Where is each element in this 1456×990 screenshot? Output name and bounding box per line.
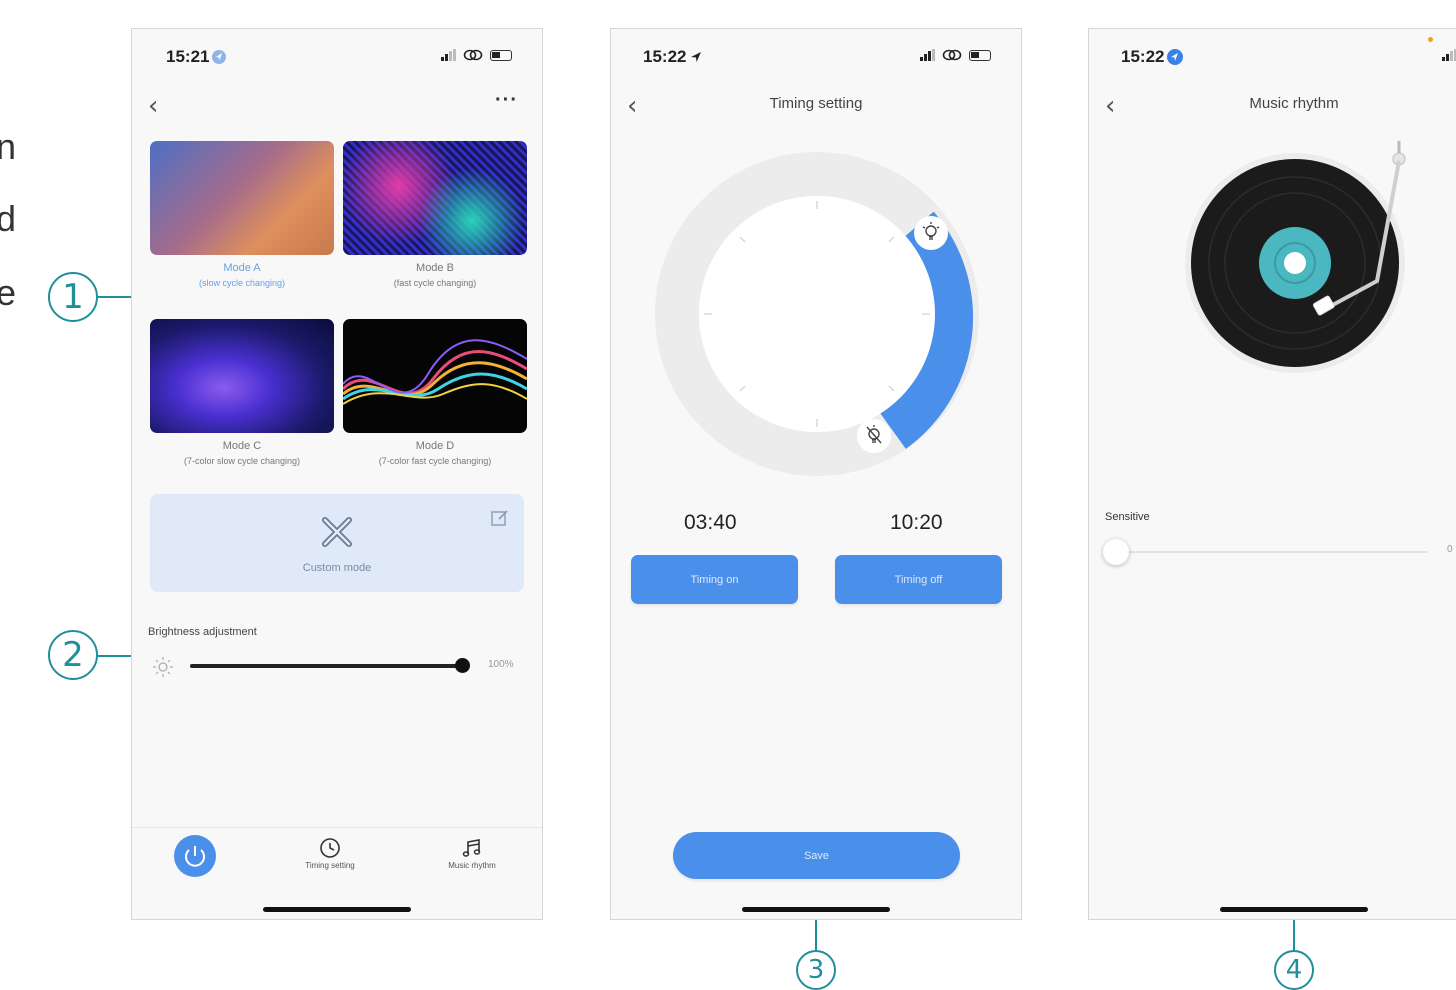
battery-icon xyxy=(490,49,512,61)
timing-on-button[interactable]: Timing on xyxy=(631,555,798,604)
edge-text-line-1: n xyxy=(0,126,17,167)
mode-b-name: Mode B xyxy=(416,262,454,274)
phone-screen-timing: 15:22 ‹ Timing setting 03:40 10:20 Timin… xyxy=(610,28,1022,920)
edge-text-line-3: e xyxy=(0,272,17,313)
sun-icon xyxy=(153,657,173,677)
link-icon xyxy=(942,49,962,61)
mode-b-label: Mode B (fast cycle changing) xyxy=(343,261,527,291)
brightness-label: Brightness adjustment xyxy=(148,626,257,638)
status-time-text: 15:21 xyxy=(166,47,210,66)
sensitive-slider-knob[interactable] xyxy=(1103,539,1129,565)
edit-icon[interactable] xyxy=(490,508,510,528)
callout-2: 2 xyxy=(48,630,98,680)
mode-c-card[interactable] xyxy=(150,319,334,433)
signal-icon xyxy=(920,49,935,61)
mode-d-waves xyxy=(343,339,527,405)
edge-text-line-2: d xyxy=(0,198,17,239)
on-handle[interactable] xyxy=(914,216,948,250)
more-options-icon[interactable]: ··· xyxy=(495,89,518,112)
tab-timing-setting[interactable]: Timing setting xyxy=(292,837,368,870)
clock-icon xyxy=(320,838,340,858)
tab-music-label: Music rhythm xyxy=(448,861,496,870)
mode-b-card[interactable] xyxy=(343,141,527,255)
callout-1: 1 xyxy=(48,272,98,322)
tab-timing-label: Timing setting xyxy=(305,861,355,870)
mode-d-name: Mode D xyxy=(415,440,455,452)
mode-d-label: Mode D (7-color fast cycle changing) xyxy=(343,439,527,469)
signal-icon xyxy=(1442,49,1456,61)
save-button[interactable]: Save xyxy=(673,832,960,879)
mode-d-card[interactable] xyxy=(343,319,527,433)
sensitive-value: 0 xyxy=(1447,544,1453,555)
mode-c-name: Mode C xyxy=(222,440,262,452)
sensitive-label: Sensitive xyxy=(1105,511,1150,523)
brightness-slider-fill xyxy=(190,664,462,668)
timing-on-time: 03:40 xyxy=(684,511,737,534)
callout-3-line xyxy=(815,920,817,950)
mode-a-card[interactable] xyxy=(150,141,334,255)
mode-a-name: Mode A xyxy=(223,262,261,274)
mode-a-label: Mode A (slow cycle changing) xyxy=(150,261,334,291)
callout-4-line xyxy=(1293,920,1295,950)
timing-off-time: 10:20 xyxy=(890,511,943,534)
callout-1-line xyxy=(98,296,132,298)
custom-mode-label: Custom mode xyxy=(302,562,372,574)
status-icons xyxy=(920,49,991,61)
music-note-icon xyxy=(462,839,481,857)
status-icons xyxy=(1442,49,1456,61)
status-icons xyxy=(441,49,512,61)
status-time-text: 15:22 xyxy=(643,47,687,66)
tools-icon xyxy=(322,517,352,547)
signal-icon xyxy=(441,49,456,61)
brightness-slider-knob[interactable] xyxy=(455,658,470,673)
custom-mode-card[interactable]: Custom mode xyxy=(150,494,524,592)
status-bar-time: 15:22 xyxy=(643,47,703,67)
link-icon xyxy=(463,49,483,61)
location-arrow-icon xyxy=(212,50,227,64)
phone-screen-music: 15:22 ‹ Music rhythm Sensitive 0 xyxy=(1088,28,1456,920)
sensitive-slider-track[interactable] xyxy=(1103,539,1427,565)
timing-dial[interactable] xyxy=(652,149,982,479)
dial-face xyxy=(699,196,935,432)
power-icon xyxy=(185,846,205,867)
mode-a-desc: (slow cycle changing) xyxy=(198,278,286,288)
tab-power[interactable] xyxy=(174,835,216,877)
home-indicator xyxy=(1220,907,1368,912)
home-indicator xyxy=(263,907,411,912)
callout-3: 3 xyxy=(796,950,836,990)
phone-screen-modes: 15:21 ‹ ··· Mode A (slow cycle changing)… xyxy=(131,28,543,920)
timing-off-button[interactable]: Timing off xyxy=(835,555,1002,604)
mode-c-label: Mode C (7-color slow cycle changing) xyxy=(150,439,334,469)
tab-music-rhythm[interactable]: Music rhythm xyxy=(434,837,510,870)
back-chevron-icon[interactable]: ‹ xyxy=(148,91,158,121)
location-arrow-icon xyxy=(691,52,702,62)
battery-icon xyxy=(969,49,991,61)
page-title: Timing setting xyxy=(769,95,863,112)
brightness-value: 100% xyxy=(488,659,514,670)
status-bar-time: 15:22 xyxy=(1121,47,1184,67)
tab-bar-divider xyxy=(132,827,542,828)
brightness-slider-track[interactable] xyxy=(190,658,470,673)
status-time-text: 15:22 xyxy=(1121,47,1165,66)
mode-d-desc: (7-color fast cycle changing) xyxy=(378,456,492,466)
turntable-graphic xyxy=(1185,141,1406,373)
mode-b-desc: (fast cycle changing) xyxy=(393,278,477,288)
home-indicator xyxy=(742,907,890,912)
page-title: Music rhythm xyxy=(1249,95,1339,112)
mode-c-desc: (7-color slow cycle changing) xyxy=(183,456,301,466)
status-bar-time: 15:21 xyxy=(166,47,227,67)
callout-2-line xyxy=(98,655,132,657)
callout-4: 4 xyxy=(1274,950,1314,990)
orange-indicator-dot xyxy=(1428,37,1433,42)
location-arrow-icon xyxy=(1167,49,1184,65)
